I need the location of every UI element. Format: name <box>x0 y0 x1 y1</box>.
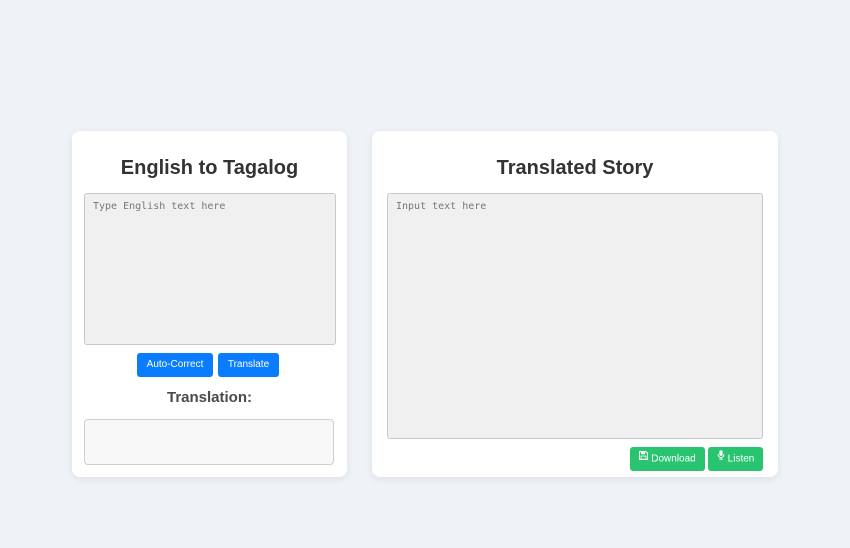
translator-title: English to Tagalog <box>120 157 299 179</box>
story-card: Translated Story Download Listen <box>372 131 778 477</box>
floppy-disk-icon <box>639 446 649 470</box>
microphone-icon <box>717 446 725 470</box>
listen-button[interactable]: Listen <box>708 447 763 471</box>
english-text-input[interactable] <box>84 193 336 345</box>
story-text-input[interactable] <box>387 193 763 439</box>
translate-button[interactable]: Translate <box>218 353 279 377</box>
story-title: Translated Story <box>496 157 654 179</box>
translation-heading: Translation: <box>166 389 252 406</box>
auto-correct-button[interactable]: Auto-Correct <box>137 353 213 377</box>
listen-label: Listen <box>727 453 755 465</box>
translation-output <box>84 419 334 465</box>
download-label: Download <box>651 453 696 465</box>
download-button[interactable]: Download <box>630 447 705 471</box>
translator-card: English to Tagalog Auto-Correct Translat… <box>72 131 347 477</box>
